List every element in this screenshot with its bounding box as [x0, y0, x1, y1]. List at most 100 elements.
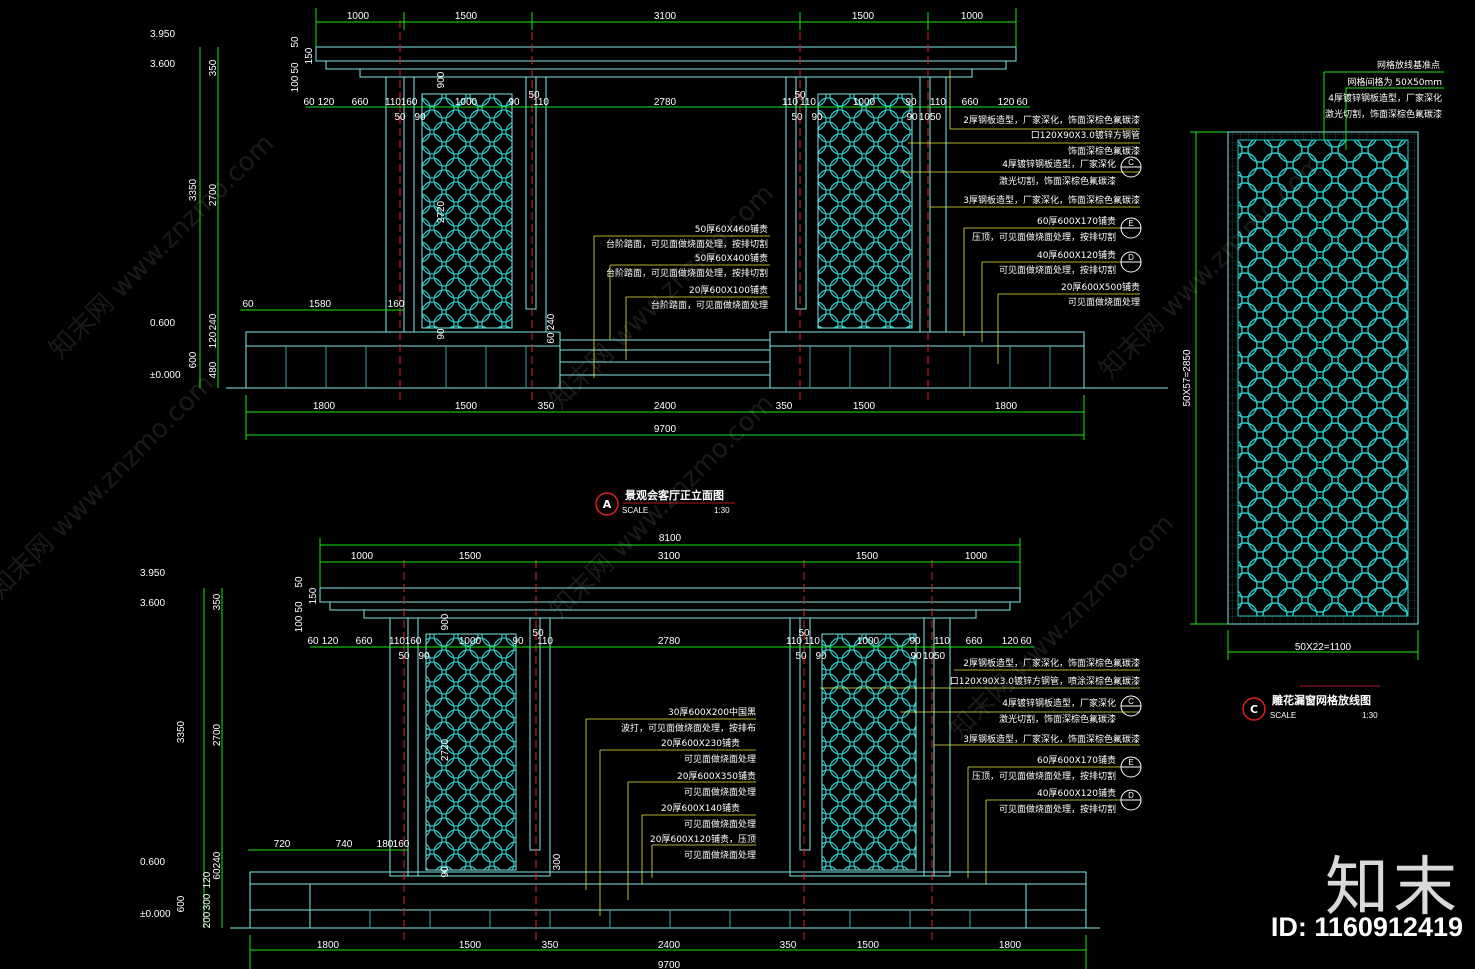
- dim-b-small-3: 50: [798, 628, 810, 639]
- vdim-a-10: 100: [290, 75, 301, 92]
- dim-b-top-total: 8100: [659, 533, 682, 544]
- vdim-b-12: 100: [294, 615, 305, 632]
- vdim-b-6: 200: [202, 911, 213, 928]
- svg-text:D: D: [1128, 791, 1134, 800]
- callout-a-r-5: 3厚钢板造型，厂家深化，饰面深棕色氟碳漆: [963, 194, 1140, 206]
- dim-a-bot-3: 2400: [654, 401, 677, 412]
- dim-b-sub-15: 120: [1002, 636, 1019, 647]
- callout-a-mid-1: 台阶踏面，可见面做烧面处理，按排切割: [606, 238, 768, 250]
- dim-b-top-2: 3100: [658, 551, 681, 562]
- dim-a-sub-6: 90: [508, 97, 520, 108]
- idim-a-3: 2720: [436, 200, 447, 223]
- dim-b-bot-3: 2400: [658, 940, 681, 951]
- callout-a-r-7: 压顶，可见面做烧面处理，按排切割: [972, 231, 1116, 243]
- vdim-b-1: 2700: [212, 723, 223, 746]
- dim-b-small-7: 1050: [923, 651, 946, 662]
- dim-a-sub-14: 660: [962, 97, 979, 108]
- dim-b-small-4: 90: [815, 651, 827, 662]
- idim-a-5: 240: [546, 313, 557, 330]
- dim-a-sub-4: 160: [401, 97, 418, 108]
- vdim-b-11: 150: [308, 587, 319, 604]
- dim-a-total: 9700: [654, 424, 677, 435]
- watermark-text: 知末网 www.znzmo.com: [44, 129, 280, 365]
- callout-a-r-8: 40厚600X120铺贵: [1037, 249, 1116, 261]
- dim-a-sub-1: 120: [318, 97, 335, 108]
- ref-marker-b-c: C: [1120, 695, 1142, 717]
- callout-a-mid-4: 20厚600X100铺贵: [689, 284, 768, 296]
- callout-b-mid-3: 可见面做烧面处理: [684, 753, 756, 765]
- dim-b-sub-2: 660: [356, 636, 373, 647]
- svg-text:E: E: [1128, 219, 1133, 228]
- callout-b-r-8: 可见面做烧面处理，按排切割: [999, 803, 1116, 815]
- dim-a-bot-6: 1800: [995, 401, 1018, 412]
- title-c-scale: 1:30: [1362, 711, 1378, 720]
- callout-a-r-4: 激光切割，饰面深棕色氟碳漆: [999, 175, 1116, 187]
- ref-marker-b-d: D: [1120, 789, 1142, 811]
- level-b-0: 3.950: [140, 568, 165, 579]
- callout-b-mid-8: 20厚600X120铺贵，压顶: [650, 833, 756, 845]
- dim-b-top-4: 1000: [965, 551, 988, 562]
- dim-a-sub-5: 1000: [455, 97, 478, 108]
- elev-b-labels: 8100 1000 1500 3100 1500 1000 60 120 660…: [140, 533, 1142, 969]
- dim-b-bot-1: 1500: [459, 940, 482, 951]
- vdim-b-9: 50: [294, 576, 305, 588]
- image-id: ID: 1160912419: [1270, 912, 1463, 942]
- dim-b-bot-5: 1500: [857, 940, 880, 951]
- elev-a-labels: 1000 1500 3100 1500 1000 60 120 660 110 …: [150, 11, 1142, 516]
- title-a-scale: 1:30: [714, 506, 730, 515]
- callout-b-mid-7: 可见面做烧面处理: [684, 818, 756, 830]
- dim-a-top-2: 3100: [654, 11, 677, 22]
- dim-a-sub-3: 110: [385, 97, 401, 108]
- idim-b-0: 720: [274, 839, 291, 850]
- dim-b-sub-0: 60: [307, 636, 319, 647]
- detail-c-height-dim: 50X57=2850: [1182, 349, 1193, 406]
- dim-b-sub-5: 1000: [459, 636, 482, 647]
- idim-a-2: 160: [388, 299, 405, 310]
- dim-a-top-1: 1500: [455, 11, 478, 22]
- vdim-b-3: 60: [212, 868, 223, 880]
- detail-c-note-3: 激光切割，饰面深棕色氟碳漆: [1325, 108, 1442, 120]
- svg-text:D: D: [1128, 253, 1134, 262]
- callout-b-mid-6: 20厚600X140铺贵: [661, 802, 740, 814]
- vdim-b-7: 3350: [176, 720, 187, 743]
- callout-b-mid-9: 可见面做烧面处理: [684, 849, 756, 861]
- detail-c-note-0: 网格放线基准点: [1377, 59, 1440, 71]
- idim-b-3: 160: [393, 839, 410, 850]
- dim-a-small-5: 50: [791, 112, 803, 123]
- cad-drawing: 1000 1500 3100 1500 1000 60 120 660 110 …: [0, 8, 1444, 969]
- dim-b-sub-11: 1000: [857, 636, 880, 647]
- idim-b-7: 900: [440, 613, 451, 630]
- callout-b-r-1: 口120X90X3.0镀锌方钢管，喷涂深棕色氟碳漆: [950, 675, 1140, 687]
- idim-b-6: 300: [552, 853, 563, 870]
- detail-c-note-1: 网格间格为 50X50mm: [1348, 76, 1442, 88]
- vdim-a-0: 350: [208, 59, 219, 76]
- vdim-b-4: 120: [202, 871, 213, 888]
- svg-text:C: C: [1128, 697, 1134, 706]
- callout-b-r-7: 40厚600X120铺贵: [1037, 787, 1116, 799]
- idim-a-6: 60: [546, 332, 557, 344]
- ref-marker-a-e: E: [1120, 217, 1142, 239]
- dim-a-small-4: 90: [811, 112, 823, 123]
- dim-b-sub-4: 160: [405, 636, 422, 647]
- dim-b-sub-1: 120: [322, 636, 339, 647]
- detail-c-note-2: 4厚镀锌钢板造型，厂家深化: [1328, 92, 1442, 104]
- vdim-b-10: 50: [294, 601, 305, 613]
- dim-a-top-3: 1500: [852, 11, 875, 22]
- vdim-a-8: 50: [290, 62, 301, 74]
- idim-a-0: 60: [242, 299, 254, 310]
- vdim-a-6: 600: [188, 351, 199, 368]
- callout-a-r-6: 60厚600X170铺贵: [1037, 215, 1116, 227]
- level-a-0: 3.950: [150, 29, 175, 40]
- dim-b-sub-6: 90: [512, 636, 524, 647]
- callout-b-r-0: 2厚钢板造型，厂家深化，饰面深棕色氟碳漆: [963, 657, 1140, 669]
- title-c-scale-label: SCALE: [1270, 711, 1296, 720]
- callout-b-r-2: 4厚镀锌钢板造型，厂家深化: [1002, 697, 1116, 709]
- dim-b-sub-14: 660: [966, 636, 983, 647]
- svg-text:知末网 www.znzmo.com: 知末网 www.znzmo.com: [0, 369, 220, 605]
- dim-b-small-0: 50: [398, 651, 410, 662]
- level-b-1: 3.600: [140, 598, 165, 609]
- level-a-3: ±0.000: [150, 370, 181, 381]
- dim-a-sub-8: 2780: [654, 97, 677, 108]
- vdim-a-7: 50: [290, 36, 301, 48]
- dim-a-bot-5: 1500: [853, 401, 876, 412]
